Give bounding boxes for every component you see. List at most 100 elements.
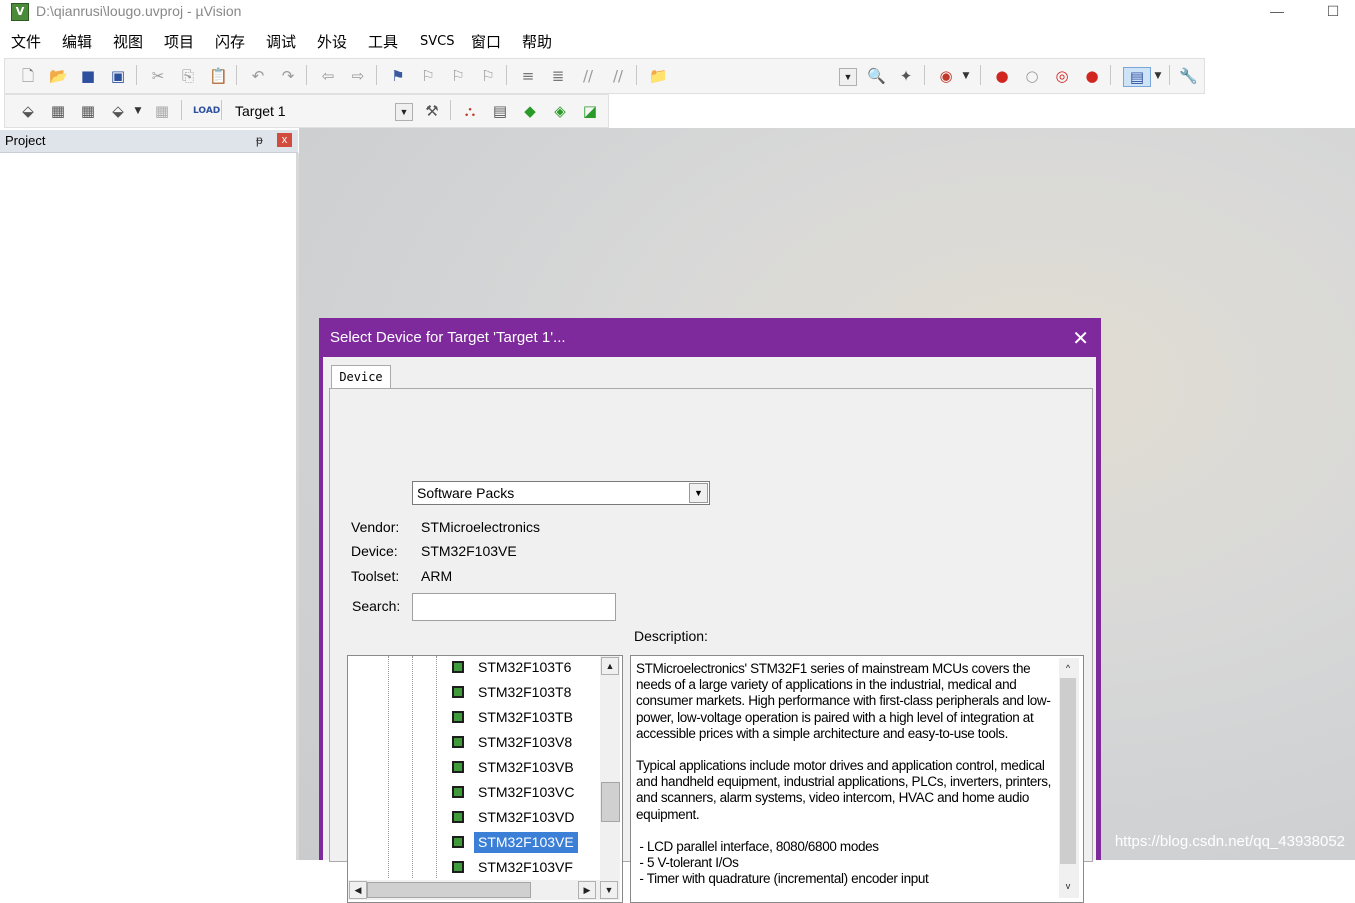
chip-icon xyxy=(452,836,464,848)
tree-item-device[interactable]: STM32F103T8 xyxy=(348,681,600,706)
nav-back-icon[interactable]: ⇦ xyxy=(319,67,337,85)
chip-icon xyxy=(452,861,464,873)
toolbar-separator xyxy=(1110,65,1111,85)
nav-forward-icon[interactable]: ⇨ xyxy=(349,67,367,85)
tab-device[interactable]: Device xyxy=(331,365,391,390)
tree-item-device[interactable]: STM32F103VB xyxy=(348,756,600,781)
save-icon[interactable]: ■ xyxy=(79,67,97,85)
scroll-right-icon[interactable]: ▶ xyxy=(578,881,596,899)
vendor-label: Vendor: xyxy=(351,519,400,535)
scroll-up-icon[interactable]: ▲ xyxy=(601,657,619,675)
menu-debug[interactable]: 调试 xyxy=(266,31,296,52)
tree-item-device[interactable]: STM32F103VD xyxy=(348,806,600,831)
pack-source-select[interactable]: Software Packs ▼ xyxy=(412,481,710,505)
configuration-wrench-icon[interactable]: 🔧 xyxy=(1179,67,1198,85)
tree-item-device[interactable]: STM32F103TB xyxy=(348,706,600,731)
open-file-icon[interactable]: 📂 xyxy=(49,67,68,85)
batch-build-icon[interactable]: ⬙ xyxy=(109,102,127,120)
breakpoint-disable-icon[interactable]: ○ xyxy=(1023,67,1041,85)
menu-view[interactable]: 视图 xyxy=(113,31,143,52)
description-paragraph: STMicroelectronics' STM32F1 series of ma… xyxy=(636,661,1051,741)
scroll-thumb[interactable] xyxy=(601,782,620,822)
build-icon[interactable]: ▦ xyxy=(49,102,67,120)
toolbar-separator xyxy=(376,65,377,85)
toolbar-separator xyxy=(636,65,637,85)
manage-project-items-icon[interactable]: ⛬ xyxy=(461,102,479,120)
manage-multi-project-icon[interactable]: ▤ xyxy=(491,102,509,120)
scroll-down-icon[interactable]: v xyxy=(1060,878,1076,894)
find-dropdown-icon[interactable]: ▼ xyxy=(839,68,857,86)
tree-item-label: STM32F103TB xyxy=(478,709,573,725)
undo-icon[interactable]: ↶ xyxy=(249,67,267,85)
tree-item-device[interactable]: STM32F103VC xyxy=(348,781,600,806)
scroll-thumb[interactable] xyxy=(1060,678,1076,864)
cut-icon[interactable]: ✂ xyxy=(149,67,167,85)
toolbar-separator xyxy=(450,100,451,120)
breakpoint-kill-all-icon[interactable]: ● xyxy=(1083,67,1101,85)
tree-horizontal-scrollbar[interactable]: ◀ ▶ ▼ xyxy=(348,880,620,900)
translate-icon[interactable]: ⬙ xyxy=(19,102,37,120)
menu-edit[interactable]: 编辑 xyxy=(62,31,92,52)
menu-file[interactable]: 文件 xyxy=(11,31,41,52)
tree-item-device[interactable]: STM32F103T6 xyxy=(348,656,600,681)
bookmark-icon[interactable]: ⚑ xyxy=(389,67,407,85)
tree-vertical-scrollbar[interactable]: ▲ xyxy=(600,656,620,880)
tree-item-device-selected[interactable]: STM32F103VE xyxy=(348,831,600,856)
minimize-button[interactable]: — xyxy=(1257,0,1297,24)
paste-icon[interactable]: 📋 xyxy=(209,67,228,85)
layout-dropdown-icon[interactable]: ▼ xyxy=(1149,67,1167,85)
menu-tools[interactable]: 工具 xyxy=(368,31,398,52)
stop-build-icon[interactable]: ▦ xyxy=(153,102,171,120)
tree-item-device[interactable]: STM32F103V8 xyxy=(348,731,600,756)
select-device-dialog: Select Device for Target 'Target 1'... ✕… xyxy=(319,318,1101,903)
window-layout-icon[interactable]: ▤ xyxy=(1123,67,1151,87)
start-debug-icon[interactable]: ◉ xyxy=(937,67,955,85)
new-file-icon[interactable]: 🗋 xyxy=(19,67,37,85)
close-icon[interactable]: x xyxy=(277,133,292,147)
rebuild-icon[interactable]: ▦ xyxy=(79,102,97,120)
comment-icon[interactable]: // xyxy=(579,67,597,85)
menu-svcs[interactable]: SVCS xyxy=(420,34,454,49)
batch-dropdown-icon[interactable]: ▼ xyxy=(129,102,147,120)
incremental-find-icon[interactable]: 🔍 xyxy=(867,67,886,85)
pack-installer-icon[interactable]: ◪ xyxy=(581,102,599,120)
target-options-icon[interactable]: ⚒ xyxy=(423,102,441,120)
download-load-icon[interactable]: LOAD xyxy=(193,102,220,120)
copy-icon[interactable]: ⎘ xyxy=(179,67,197,85)
description-box: STMicroelectronics' STM32F1 series of ma… xyxy=(630,655,1084,903)
scroll-up-icon[interactable]: ^ xyxy=(1060,660,1076,676)
device-label: Device: xyxy=(351,543,398,559)
breakpoint-kill-icon[interactable]: ◎ xyxy=(1053,67,1071,85)
find-in-files-icon[interactable]: 📁 xyxy=(649,67,668,85)
breakpoint-icon[interactable]: ● xyxy=(993,67,1011,85)
indent-icon[interactable]: ≡ xyxy=(519,67,537,85)
unindent-icon[interactable]: ≣ xyxy=(549,67,567,85)
menu-flash[interactable]: 闪存 xyxy=(215,31,245,52)
maximize-button[interactable]: ☐ xyxy=(1313,0,1353,24)
manage-run-time-env-icon[interactable]: ◆ xyxy=(521,102,539,120)
target-select[interactable]: Target 1 ▼ xyxy=(227,99,415,121)
menu-peripherals[interactable]: 外设 xyxy=(317,31,347,52)
scroll-left-icon[interactable]: ◀ xyxy=(349,881,367,899)
scroll-thumb[interactable] xyxy=(367,882,531,898)
debug-dropdown-icon[interactable]: ▼ xyxy=(957,67,975,85)
menu-window[interactable]: 窗口 xyxy=(471,31,501,52)
description-scrollbar[interactable]: ^ v xyxy=(1059,658,1079,898)
pin-icon[interactable]: ᵽ xyxy=(256,133,263,147)
redo-icon[interactable]: ↷ xyxy=(279,67,297,85)
menu-help[interactable]: 帮助 xyxy=(522,31,552,52)
bookmark-next-icon[interactable]: ⚐ xyxy=(449,67,467,85)
select-software-packs-icon[interactable]: ◈ xyxy=(551,102,569,120)
search-input[interactable] xyxy=(412,593,616,621)
bookmark-clear-icon[interactable]: ⚐ xyxy=(479,67,497,85)
scroll-down-icon[interactable]: ▼ xyxy=(600,881,618,899)
close-icon[interactable]: ✕ xyxy=(1072,326,1089,351)
menu-project[interactable]: 项目 xyxy=(164,31,194,52)
tree-item-label: STM32F103VF xyxy=(478,859,573,875)
save-all-icon[interactable]: ▣ xyxy=(109,67,127,85)
uncomment-icon[interactable]: // xyxy=(609,67,627,85)
menu-bar: 文件 编辑 视图 项目 闪存 调试 外设 工具 SVCS 窗口 帮助 xyxy=(0,28,1355,54)
uvision-logo-icon: V xyxy=(11,3,29,21)
bookmark-prev-icon[interactable]: ⚐ xyxy=(419,67,437,85)
debug-session-icon[interactable]: ✦ xyxy=(897,67,915,85)
